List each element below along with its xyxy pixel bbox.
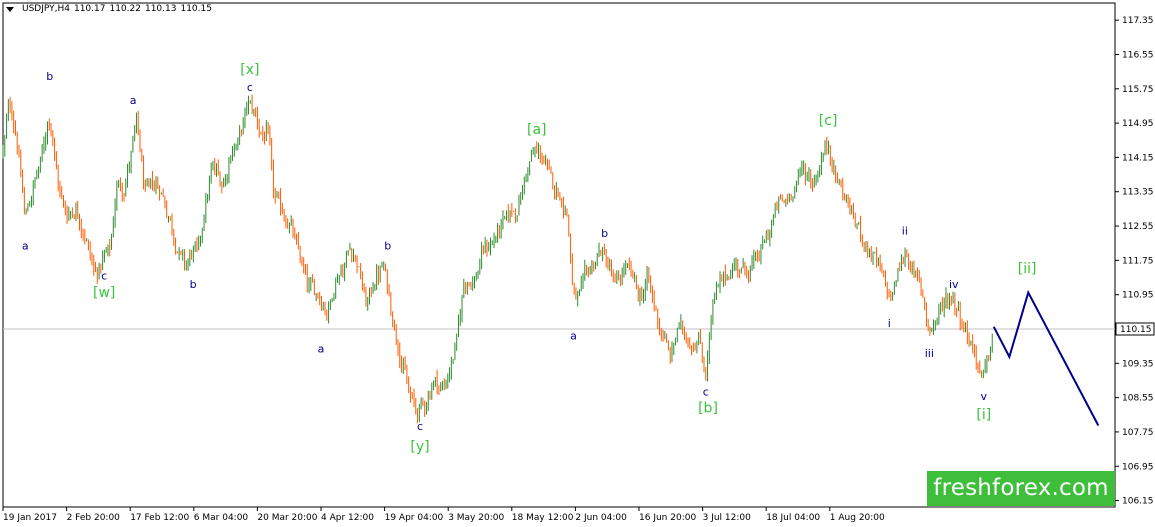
wave-label: c bbox=[247, 81, 253, 94]
price-chart[interactable]: 117.35 116.55 115.75 114.95 114.15 113.35 112.… bbox=[0, 0, 1155, 527]
y-tick-label: 115.75 bbox=[1122, 85, 1154, 95]
x-tick-label: 2 Feb 20:00 bbox=[67, 513, 121, 523]
wave-label: c bbox=[417, 420, 423, 433]
y-tick-label: 114.95 bbox=[1122, 119, 1154, 129]
y-tick-label: 106.15 bbox=[1122, 497, 1154, 507]
wave-label: a bbox=[570, 330, 577, 343]
y-tick-label: 117.35 bbox=[1122, 16, 1154, 26]
wave-label: b bbox=[601, 227, 608, 240]
y-tick-label: 111.75 bbox=[1122, 256, 1154, 266]
brand-watermark: freshforex.com bbox=[927, 471, 1115, 506]
x-tick-label: 19 Jan 2017 bbox=[3, 513, 57, 523]
x-tick-label: 6 Mar 04:00 bbox=[194, 513, 249, 523]
wave-label: a bbox=[318, 343, 325, 356]
x-tick-label: 3 May 20:00 bbox=[448, 513, 504, 523]
x-tick-label: 3 Jul 12:00 bbox=[703, 513, 752, 523]
y-tick-label: 107.75 bbox=[1122, 428, 1154, 438]
x-tick-label: 19 Apr 04:00 bbox=[385, 513, 444, 523]
wave-label: a bbox=[22, 240, 29, 253]
x-tick-label: 18 May 12:00 bbox=[512, 513, 574, 523]
wave-label: a bbox=[130, 94, 137, 107]
x-tick-label: 2 Jun 04:00 bbox=[575, 513, 627, 523]
wave-label: [i] bbox=[976, 407, 991, 423]
wave-label: [y] bbox=[410, 439, 429, 455]
y-tick-label: 116.55 bbox=[1122, 50, 1154, 60]
wave-label: c bbox=[703, 385, 709, 398]
x-tick-label: 20 Mar 20:00 bbox=[257, 513, 317, 523]
wave-label: iv bbox=[949, 278, 959, 291]
y-tick-label: 106.95 bbox=[1122, 462, 1154, 472]
y-tick-label: 109.35 bbox=[1122, 359, 1154, 369]
wave-label: v bbox=[981, 390, 988, 403]
wave-label: [x] bbox=[240, 62, 259, 78]
wave-label: [ii] bbox=[1018, 261, 1037, 277]
close-value: 110.15 bbox=[180, 4, 212, 14]
dropdown-triangle-icon[interactable] bbox=[6, 6, 14, 12]
x-tick-label: 18 Jul 04:00 bbox=[766, 513, 820, 523]
y-tick-label: 108.55 bbox=[1122, 394, 1154, 404]
wave-projection-line bbox=[992, 289, 1100, 426]
low-value: 110.13 bbox=[144, 4, 177, 14]
high-value: 110.22 bbox=[109, 4, 141, 14]
x-tick-label: 16 Jun 20:00 bbox=[639, 513, 696, 523]
y-tick-label: 113.35 bbox=[1122, 188, 1154, 198]
current-price-label: 110.15 bbox=[1120, 325, 1152, 335]
x-tick-label: 1 Aug 20:00 bbox=[830, 513, 885, 523]
chart-header: USDJPY,H4 110.17 110.22 110.13 110.15 bbox=[6, 4, 212, 14]
wave-label: b bbox=[46, 70, 53, 83]
wave-label: b bbox=[384, 240, 391, 253]
wave-label: c bbox=[101, 270, 107, 283]
wave-label: iii bbox=[925, 347, 934, 360]
y-tick-label: 110.95 bbox=[1122, 291, 1154, 301]
plot-frame bbox=[2, 2, 1116, 508]
open-value: 110.17 bbox=[73, 4, 106, 14]
x-tick-label: 17 Feb 12:00 bbox=[130, 513, 189, 523]
wave-label: i bbox=[888, 317, 891, 330]
wave-label: [a] bbox=[527, 122, 547, 138]
wave-label: [w] bbox=[93, 285, 115, 301]
wave-label: b bbox=[190, 278, 197, 291]
wave-label: [b] bbox=[698, 401, 718, 417]
x-tick-label: 4 Apr 12:00 bbox=[321, 513, 374, 523]
symbol-label: USDJPY,H4 bbox=[22, 4, 70, 14]
wave-label: ii bbox=[902, 225, 908, 238]
wave-label: [c] bbox=[819, 113, 838, 129]
y-tick-label: 112.55 bbox=[1122, 222, 1154, 232]
y-tick-label: 114.15 bbox=[1122, 153, 1154, 163]
